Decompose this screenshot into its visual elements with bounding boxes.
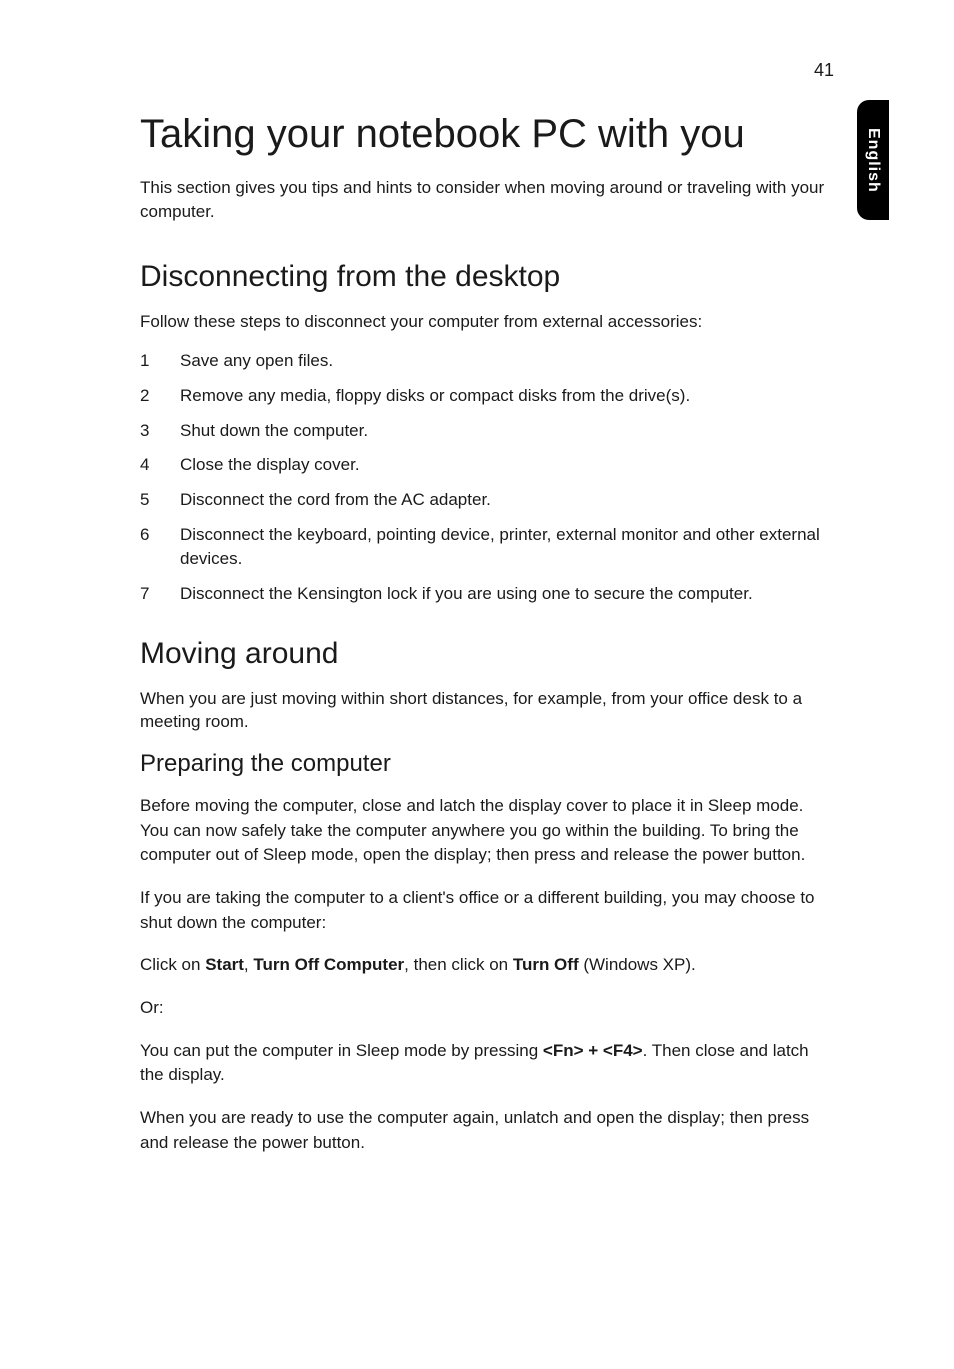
page-title: Taking your notebook PC with you — [140, 110, 834, 158]
step-text: Disconnect the keyboard, pointing device… — [180, 523, 834, 572]
step-number: 7 — [140, 582, 180, 607]
page-content: Taking your notebook PC with you This se… — [0, 0, 954, 1233]
language-label: English — [864, 128, 882, 193]
text-span: You can put the computer in Sleep mode b… — [140, 1041, 543, 1060]
body-text: You can put the computer in Sleep mode b… — [140, 1039, 834, 1088]
section-intro: When you are just moving within short di… — [140, 687, 834, 735]
list-item: 3 Shut down the computer. — [140, 419, 834, 444]
steps-list: 1 Save any open files. 2 Remove any medi… — [140, 349, 834, 606]
step-number: 3 — [140, 419, 180, 444]
step-text: Disconnect the Kensington lock if you ar… — [180, 582, 834, 607]
list-item: 4 Close the display cover. — [140, 453, 834, 478]
step-text: Close the display cover. — [180, 453, 834, 478]
step-number: 1 — [140, 349, 180, 374]
intro-text: This section gives you tips and hints to… — [140, 176, 834, 224]
step-number: 2 — [140, 384, 180, 409]
bold-term: Turn Off — [513, 955, 579, 974]
list-item: 1 Save any open files. — [140, 349, 834, 374]
section-intro: Follow these steps to disconnect your co… — [140, 310, 834, 334]
step-text: Disconnect the cord from the AC adapter. — [180, 488, 834, 513]
list-item: 7 Disconnect the Kensington lock if you … — [140, 582, 834, 607]
body-text: Before moving the computer, close and la… — [140, 794, 834, 868]
body-text: Click on Start, Turn Off Computer, then … — [140, 953, 834, 978]
list-item: 6 Disconnect the keyboard, pointing devi… — [140, 523, 834, 572]
step-number: 6 — [140, 523, 180, 572]
step-number: 4 — [140, 453, 180, 478]
list-item: 2 Remove any media, floppy disks or comp… — [140, 384, 834, 409]
bold-term: Start — [205, 955, 244, 974]
step-text: Shut down the computer. — [180, 419, 834, 444]
text-span: , — [244, 955, 253, 974]
subsection-heading-preparing: Preparing the computer — [140, 750, 834, 778]
body-text: Or: — [140, 996, 834, 1021]
body-text: When you are ready to use the computer a… — [140, 1106, 834, 1155]
text-span: , then click on — [404, 955, 513, 974]
step-text: Save any open files. — [180, 349, 834, 374]
list-item: 5 Disconnect the cord from the AC adapte… — [140, 488, 834, 513]
step-number: 5 — [140, 488, 180, 513]
step-text: Remove any media, floppy disks or compac… — [180, 384, 834, 409]
text-span: Click on — [140, 955, 205, 974]
section-heading-moving: Moving around — [140, 637, 834, 671]
text-span: (Windows XP). — [579, 955, 696, 974]
language-tab: English — [857, 100, 889, 220]
bold-shortcut: <Fn> + <F4> — [543, 1041, 643, 1060]
body-text: If you are taking the computer to a clie… — [140, 886, 834, 935]
bold-term: Turn Off Computer — [253, 955, 404, 974]
section-heading-disconnecting: Disconnecting from the desktop — [140, 260, 834, 294]
page-number: 41 — [814, 60, 834, 81]
